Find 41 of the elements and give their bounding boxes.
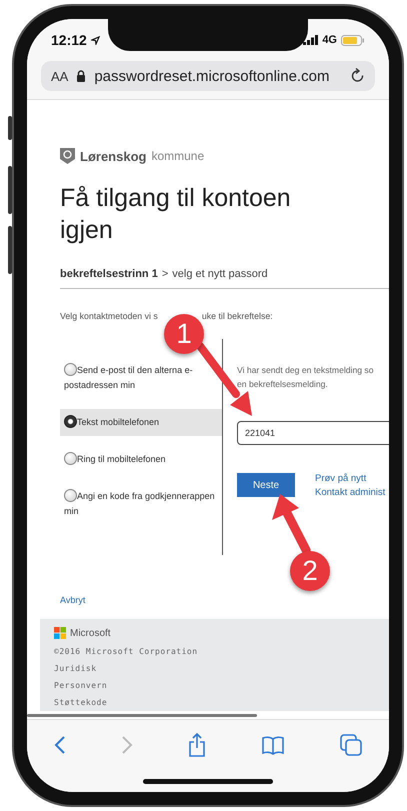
battery-icon	[341, 34, 365, 46]
help-link[interactable]: Kontakt administ	[315, 487, 386, 498]
code-input-field[interactable]: 221041	[237, 421, 389, 445]
page-title: Få tilgang til kontoen igjen	[60, 183, 292, 246]
signal-icon	[303, 35, 318, 45]
back-button[interactable]	[54, 735, 66, 755]
message-text: en bekreftelsesmelding.	[237, 378, 329, 391]
url-text: passwordreset.microsoftonline.com	[94, 68, 330, 84]
four-squares-logo-icon	[54, 627, 66, 639]
location-arrow-icon	[90, 36, 100, 44]
bookmarks-button[interactable]	[260, 735, 285, 755]
status-time: 12:12	[51, 32, 87, 48]
brand-name: Microsoft	[70, 628, 111, 638]
lock-icon	[76, 70, 86, 82]
contact-option[interactable]: Ring til mobiltelefonen	[60, 446, 222, 473]
contact-option[interactable]: Send e-post til den alterna e-postadressen min	[60, 357, 222, 399]
org-name: Lørenskog	[80, 148, 146, 164]
breadcrumb-current: bekreftelsestrinn 1	[60, 268, 158, 280]
network-label: 4G	[322, 34, 337, 46]
footer-link[interactable]: Juridisk	[54, 664, 384, 673]
annotation-arrow	[272, 494, 310, 554]
next-button[interactable]: Neste	[237, 473, 295, 497]
breadcrumb-separator: >	[162, 268, 168, 280]
share-button[interactable]	[188, 733, 206, 757]
instruction-text: Velg kontaktmetoden vi s	[60, 311, 158, 321]
tabs-button[interactable]	[340, 734, 362, 756]
footer-link[interactable]: Støttekode	[54, 698, 384, 707]
org-suffix: kommune	[151, 149, 204, 163]
cancel-link[interactable]: Avbryt	[60, 595, 86, 605]
text-size-button[interactable]: AA	[51, 68, 68, 84]
copyright-text: ©2016 Microsoft Corporation	[54, 647, 199, 656]
crest-icon	[60, 148, 75, 164]
footer-link[interactable]: Personvern	[54, 681, 384, 690]
contact-option[interactable]: Angi en kode fra godkjennerappen min	[60, 483, 222, 525]
message-text: Vi har sendt deg en tekstmelding so	[237, 364, 374, 377]
address-bar[interactable]: AA passwordreset.microsoftonline.com	[41, 61, 375, 91]
instruction-text: uke til bekreftelse:	[202, 311, 273, 321]
breadcrumb-next: velg et nytt passord	[172, 268, 268, 280]
contact-option[interactable]: Tekst mobiltelefonen	[60, 409, 222, 436]
reload-icon[interactable]	[351, 68, 365, 84]
help-link[interactable]: Prøv på nytt	[315, 473, 386, 484]
